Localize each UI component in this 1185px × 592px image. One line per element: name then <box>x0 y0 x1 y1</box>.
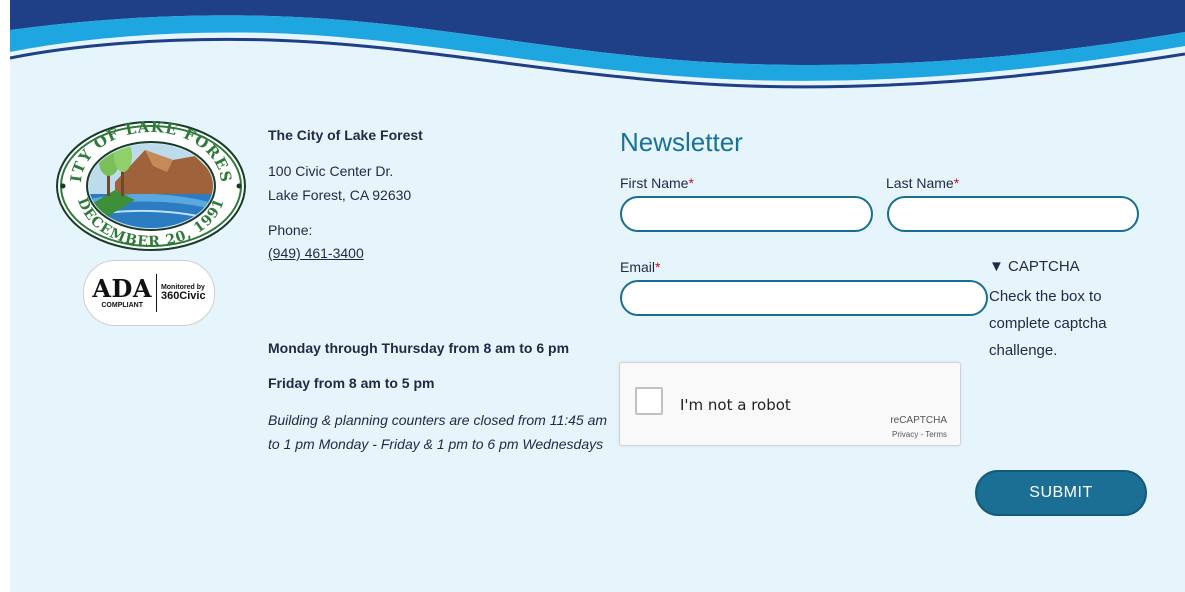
required-marker: * <box>953 175 960 191</box>
last-name-input[interactable] <box>887 196 1139 232</box>
newsletter-title: Newsletter <box>620 127 743 157</box>
ada-badge-divider <box>155 274 157 312</box>
header-wave-decoration <box>10 0 1185 89</box>
recaptcha-label: I'm not a robot <box>680 396 791 414</box>
recaptcha-checkbox[interactable] <box>635 387 663 415</box>
hours-mon-thu: Monday through Thursday from 8 am to 6 p… <box>268 340 570 356</box>
org-name: The City of Lake Forest <box>268 127 423 143</box>
required-marker: * <box>688 175 694 191</box>
ada-badge-right: Monitored by 360Civic <box>161 284 206 303</box>
ada-badge-compliant: COMPLIANT <box>101 302 143 309</box>
ada-compliance-badge[interactable]: ADA COMPLIANT Monitored by 360Civic <box>83 260 215 326</box>
captcha-help-text: Check the box to complete captcha challe… <box>989 288 1107 359</box>
phone-link[interactable]: (949) 461-3400 <box>268 245 364 261</box>
recaptcha-privacy-link[interactable]: Privacy <box>892 430 918 439</box>
address-city-state: Lake Forest, CA 92630 <box>268 187 412 203</box>
email-label: Email* <box>620 259 660 275</box>
captcha-disclosure-toggle[interactable]: ▼ CAPTCHA <box>989 258 1080 275</box>
ada-badge-brand: 360Civic <box>160 289 206 302</box>
submit-button[interactable]: SUBMIT <box>975 470 1147 516</box>
page-footer: CITY OF LAKE FOREST DECEMBER 20, 1991 AD… <box>10 0 1185 592</box>
first-name-label-text: First Name <box>620 175 689 191</box>
hours-friday: Friday from 8 am to 5 pm <box>268 375 435 391</box>
address-street: 100 Civic Center Dr. <box>268 163 394 179</box>
ada-badge-left: ADA COMPLIANT <box>92 274 152 310</box>
city-seal-logo: CITY OF LAKE FOREST DECEMBER 20, 1991 <box>55 120 246 251</box>
last-name-label: Last Name* <box>886 175 959 191</box>
ada-badge-title: ADA <box>92 274 152 303</box>
last-name-label-text: Last Name <box>886 175 954 191</box>
recaptcha-widget: I'm not a robot reCAPTCHA Privacy - Term… <box>619 362 961 446</box>
phone-label: Phone: <box>268 222 313 238</box>
first-name-input[interactable] <box>620 196 873 232</box>
recaptcha-brand: reCAPTCHA <box>890 415 947 426</box>
counter-closure-note: Building & planning counters are closed … <box>268 412 608 452</box>
required-marker: * <box>655 259 661 275</box>
recaptcha-links: Privacy - Terms <box>892 430 947 439</box>
email-label-text: Email <box>620 259 656 275</box>
recaptcha-terms-link[interactable]: Terms <box>925 430 947 439</box>
first-name-label: First Name* <box>620 175 694 191</box>
email-input[interactable] <box>620 280 988 316</box>
